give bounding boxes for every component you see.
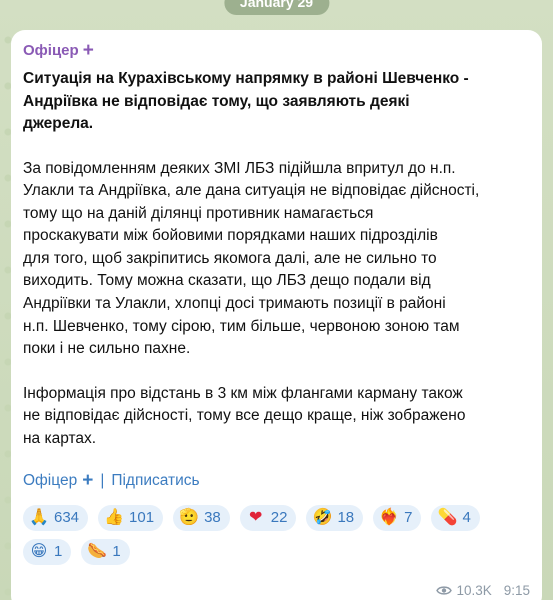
paragraph-line: За повідомленням деяких ЗМІ ЛБЗ підійшла…	[23, 159, 456, 177]
view-count: 10.3K	[456, 583, 492, 598]
headline-line: джерела.	[23, 115, 94, 132]
reaction-count: 1	[54, 543, 63, 561]
headline-line: Андріївка не відповідає тому, що заявляю…	[23, 92, 410, 110]
reaction-chip-pray[interactable]: 🙏 634	[23, 504, 89, 531]
heart-fire-icon: ❤‍🔥	[379, 508, 400, 526]
reaction-count: 38	[204, 509, 221, 527]
reaction-chip-grin[interactable]: 😁 1	[23, 538, 72, 565]
message-paragraph-2: Інформація про відстань в 3 км між фланг…	[23, 383, 530, 451]
date-pill: January 29	[223, 0, 330, 15]
reaction-chip-heart-fire[interactable]: ❤‍🔥 7	[373, 504, 422, 531]
pill-icon: 💊	[437, 508, 458, 526]
headline-line: Ситуація на Курахівському напрямку в рай…	[23, 70, 469, 87]
reaction-chip-thumbs-up[interactable]: 👍 101	[98, 504, 164, 531]
reaction-count: 18	[337, 509, 355, 527]
heart-icon: ❤	[249, 508, 263, 526]
salute-icon: 🫡	[179, 508, 200, 526]
message-meta: 10.3K 9:15	[436, 583, 530, 598]
paragraph-line: для того, щоб закріпитись якомога далі, …	[23, 249, 437, 267]
message-headline: Ситуація на Курахівському напрямку в рай…	[23, 68, 530, 136]
reaction-count: 101	[129, 509, 155, 527]
paragraph-line: Інформація про відстань в 3 км між фланг…	[23, 384, 463, 402]
grin-icon: 😁	[30, 542, 48, 560]
sender-name[interactable]: Офіцер +	[23, 40, 530, 61]
reaction-chip-pill[interactable]: 💊 4	[431, 504, 480, 531]
paragraph-line: проскакувати між бойовими порядками наши…	[23, 227, 438, 245]
reaction-count: 634	[54, 509, 80, 527]
paragraph-line: виходить. Тому можна сказати, що ЛБЗ дещ…	[23, 272, 431, 290]
channel-link[interactable]: Офіцер	[23, 471, 77, 491]
reaction-chip-rofl[interactable]: 🤣 18	[306, 504, 364, 531]
reaction-chip-hotdog[interactable]: 🌭 1	[81, 538, 130, 565]
plus-icon: +	[82, 469, 94, 491]
reaction-count: 7	[404, 509, 413, 527]
message-bubble: Офіцер + Ситуація на Курахівському напря…	[11, 30, 542, 600]
reaction-count: 4	[462, 509, 471, 527]
paragraph-line: на картах.	[23, 430, 97, 448]
reaction-count: 1	[112, 543, 121, 561]
paragraph-line: Улакли та Андріївка, але дана ситуація н…	[23, 182, 480, 200]
pray-icon: 🙏	[29, 508, 49, 526]
sender-name-label: Офіцер	[23, 42, 79, 59]
message-paragraph-1: За повідомленням деяких ЗМІ ЛБЗ підійшла…	[23, 158, 530, 361]
signature-line: Офіцер + | Підписатись	[23, 471, 530, 491]
subscribe-link[interactable]: Підписатись	[111, 471, 199, 491]
thumbs-up-icon: 👍	[104, 508, 124, 526]
paragraph-line: не відповідає дійсності, тому все дещо к…	[23, 407, 466, 425]
reaction-chip-salute[interactable]: 🫡 38	[173, 504, 230, 531]
rofl-icon: 🤣	[312, 508, 333, 526]
separator: |	[100, 471, 105, 489]
paragraph-line: тому що на даній ділянці противник намаг…	[23, 204, 374, 222]
reactions-bar: 🙏 634 👍 101 🫡 38 ❤ 22 🤣 18 ❤‍🔥 7 💊 4 😁	[23, 504, 523, 565]
paragraph-line: н.п. Шевченко, тому сірою, тим більше, ч…	[23, 317, 460, 335]
hotdog-icon: 🌭	[87, 542, 108, 560]
message-time: 9:15	[503, 583, 530, 598]
plus-icon: +	[82, 40, 94, 61]
paragraph-line: Андріївки та Улакли, хлопці досі тримают…	[23, 295, 446, 313]
paragraph-line: поки і не сильно пахне.	[23, 340, 191, 358]
eye-icon	[436, 585, 453, 596]
reaction-count: 22	[270, 509, 288, 527]
reaction-chip-heart[interactable]: ❤ 22	[239, 504, 297, 531]
